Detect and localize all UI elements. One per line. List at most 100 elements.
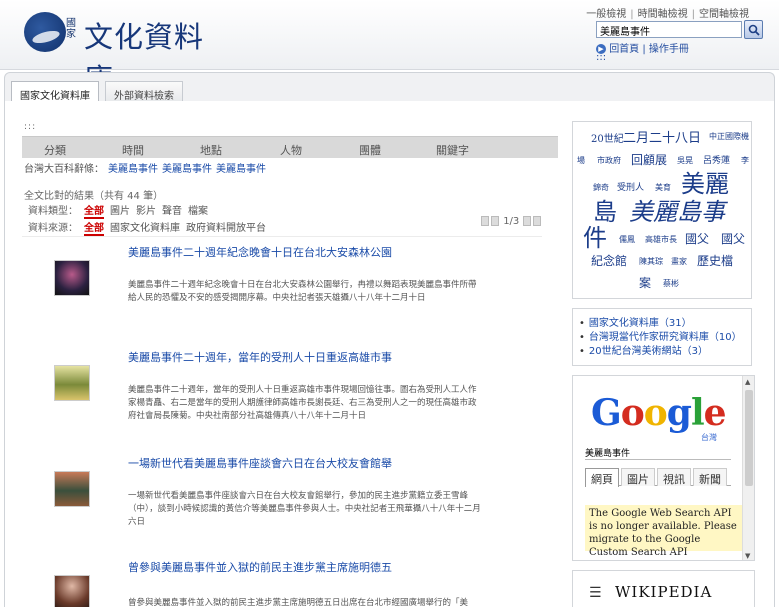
source-filter-all[interactable]: 全部 — [84, 223, 104, 236]
google-tab-images[interactable]: 圖片 — [621, 468, 655, 486]
related-link[interactable]: 美麗島事件 — [216, 164, 266, 175]
result-description: 曾參與美麗島事件並入獄的前民主進步黨主席施明德五日出席在台北市經國廣場舉行的「美 — [128, 598, 469, 607]
menu-icon[interactable]: ☰ — [589, 585, 602, 601]
result-thumbnail[interactable] — [54, 575, 90, 607]
facet-bar: 分類 時間 地點 人物 團體 關鍵字 — [22, 136, 558, 158]
result-title[interactable]: 美麗島事件二十週年紀念晚會十日在台北大安森林公園 — [128, 246, 394, 259]
source-filter: 資料來源： 全部 國家文化資料庫 政府資料開放平台 — [28, 219, 269, 236]
divider — [22, 236, 542, 237]
facet-place[interactable]: 地點 — [200, 142, 222, 158]
related-entries: 台灣大百科辭條： 美麗島事件 美麗島事件 美麗島事件 — [24, 160, 266, 175]
google-tab-web[interactable]: 網頁 — [585, 468, 619, 487]
result-title[interactable]: 曾參與美麗島事件並入獄的前民主進步黨主席施明德五 — [128, 561, 394, 574]
tag-cloud-term[interactable]: 場 — [577, 155, 585, 166]
result-description: 美麗島事件二十週年，當年的受刑人十日重返高雄市事件現場回憶往事。圖右為受刑人工人… — [128, 385, 477, 421]
google-region: 台灣 — [701, 433, 717, 442]
view-mode-links: 一般檢視 | 時間軸檢視 | 空間軸檢視 — [584, 9, 751, 20]
type-filter-option[interactable]: 圖片 — [110, 206, 130, 217]
type-filter-option[interactable]: 影片 — [136, 206, 156, 217]
tag-cloud-term[interactable]: 20世紀 — [591, 130, 624, 145]
result-description: 一場新世代看美麗島事件座談會六日在台大校友會館舉行，參加的民主進步黨籍立委王雪峰… — [128, 491, 481, 527]
search-input[interactable]: 美麗島事件 — [596, 21, 742, 38]
site-logo[interactable]: 國家 文化資料庫 — [24, 12, 208, 96]
tag-cloud-term[interactable]: 回顧展 — [631, 151, 667, 168]
tag-cloud-term[interactable]: 市政府 — [597, 155, 621, 166]
tag-cloud-term[interactable]: 畫家 — [671, 256, 687, 267]
next-page-button[interactable] — [523, 216, 532, 226]
source-filter-option[interactable]: 國家文化資料庫 — [110, 223, 180, 234]
tag-cloud-term[interactable]: 歷史檔 — [697, 252, 733, 269]
google-api-notice: The Google Web Search API is no longer a… — [585, 505, 745, 558]
type-filter-label: 資料類型： — [28, 206, 78, 217]
help-link[interactable]: 操作手冊 — [649, 44, 689, 55]
tag-cloud-term[interactable]: 紀念館 — [591, 252, 627, 269]
source-filter-label: 資料來源： — [28, 223, 78, 234]
view-spatial-link[interactable]: 空間軸檢視 — [697, 9, 751, 20]
result-title[interactable]: 一場新世代看美麗島事件座談會六日在台大校友會館舉 — [128, 457, 394, 470]
tag-cloud-term[interactable]: 國父 — [721, 230, 745, 247]
result-thumbnail[interactable] — [54, 365, 90, 401]
google-tab-video[interactable]: 視訊 — [657, 468, 691, 486]
related-link[interactable]: 美麗島事件 — [162, 164, 212, 175]
result-title[interactable]: 美麗島事件二十週年，當年的受刑人十日重返高雄市事 — [128, 351, 394, 364]
view-timeline-link[interactable]: 時間軸檢視 — [636, 9, 690, 20]
search-button[interactable] — [744, 20, 763, 39]
type-filter-option[interactable]: 檔案 — [188, 206, 208, 217]
tag-cloud-term[interactable]: 案 — [639, 274, 651, 291]
tag-cloud-term[interactable]: 中正國際機 — [709, 131, 749, 142]
source-links: 國家文化資料庫（31） 台灣現當代作家研究資料庫（10） 20世紀台灣美術網站（… — [572, 308, 752, 366]
google-logo: Google — [591, 392, 727, 434]
logo-emblem-icon — [24, 12, 66, 52]
last-page-button[interactable] — [533, 216, 542, 226]
google-search-widget: Google 台灣 美麗島事件 網頁 圖片 視訊 新聞 The Google W… — [572, 375, 755, 561]
site-header: 國家 文化資料庫 一般檢視|時間軸檢視|空間軸檢視 美麗島事件 ▶ 回首頁 | … — [0, 0, 779, 96]
type-filter-option[interactable]: 聲音 — [162, 206, 182, 217]
tag-cloud-term[interactable]: 件 — [583, 218, 607, 253]
source-link[interactable]: 20世紀台灣美術網站（3） — [579, 345, 751, 359]
source-link[interactable]: 國家文化資料庫（31） — [579, 317, 751, 331]
scroll-up-icon[interactable]: ▲ — [745, 378, 750, 386]
result-thumbnail[interactable] — [54, 260, 90, 296]
result-description: 美麗島事件二十週年紀念晚會十日在台北大安森林公園舉行，冉禮以舞蹈表現美麗島事件所… — [128, 280, 477, 303]
tag-cloud-term[interactable]: 蔡彬 — [663, 278, 679, 289]
main-dots: ::: — [24, 122, 37, 132]
scroll-thumb[interactable] — [745, 390, 753, 486]
google-query[interactable]: 美麗島事件 — [585, 446, 731, 460]
facet-category[interactable]: 分類 — [44, 142, 66, 158]
tag-cloud-term[interactable]: 國父 — [685, 230, 709, 247]
google-tab-news[interactable]: 新聞 — [693, 468, 727, 486]
home-link[interactable]: 回首頁 — [609, 44, 639, 55]
tab-bar: 國家文化資料庫 外部資料檢索 — [4, 72, 775, 105]
google-scrollbar[interactable]: ▲ ▼ — [742, 376, 754, 560]
pager: 1/3 — [480, 216, 542, 227]
type-filter: 資料類型： 全部 圖片 影片 聲音 檔案 — [28, 202, 211, 219]
facet-keyword[interactable]: 關鍵字 — [436, 142, 469, 158]
tag-cloud-term[interactable]: 美麗島事 — [629, 192, 725, 227]
page-indicator: 1/3 — [503, 216, 520, 227]
tag-cloud-term[interactable]: 二月二十八日 — [623, 127, 701, 146]
header-dots: ::: — [596, 52, 607, 63]
first-page-button[interactable] — [481, 216, 489, 226]
tag-cloud-term[interactable]: 陳其琮 — [639, 256, 663, 267]
tag-cloud: 20世紀 二月二十八日 中正國際機 場 市政府 回顧展 吳晃 呂秀蓮 李 錦奇 … — [572, 121, 752, 299]
facet-group[interactable]: 團體 — [359, 142, 381, 158]
results-summary: 全文比對的結果（共有 44 筆） — [24, 191, 164, 202]
prev-page-button[interactable] — [491, 216, 499, 226]
type-filter-all[interactable]: 全部 — [84, 206, 104, 219]
source-link[interactable]: 台灣現當代作家研究資料庫（10） — [579, 331, 751, 345]
view-general-link[interactable]: 一般檢視 — [584, 9, 628, 20]
facet-person[interactable]: 人物 — [280, 142, 302, 158]
header-sublinks: ▶ 回首頁 | 操作手冊 — [596, 40, 689, 55]
tag-cloud-term[interactable]: 李 — [741, 155, 749, 166]
scroll-down-icon[interactable]: ▼ — [745, 552, 750, 560]
logo-small-text: 國家 — [66, 18, 76, 40]
source-filter-option[interactable]: 政府資料開放平台 — [186, 223, 266, 234]
google-tabs: 網頁 圖片 視訊 新聞 — [585, 468, 731, 487]
related-link[interactable]: 美麗島事件 — [108, 164, 158, 175]
tag-cloud-term[interactable]: 高雄市長 — [645, 234, 677, 245]
wikipedia-logo[interactable]: WIKIPEDIA — [615, 583, 712, 601]
search-icon — [748, 24, 760, 36]
facet-time[interactable]: 時間 — [122, 142, 144, 158]
tag-cloud-term[interactable]: 儒鳳 — [619, 234, 635, 245]
result-thumbnail[interactable] — [54, 471, 90, 507]
